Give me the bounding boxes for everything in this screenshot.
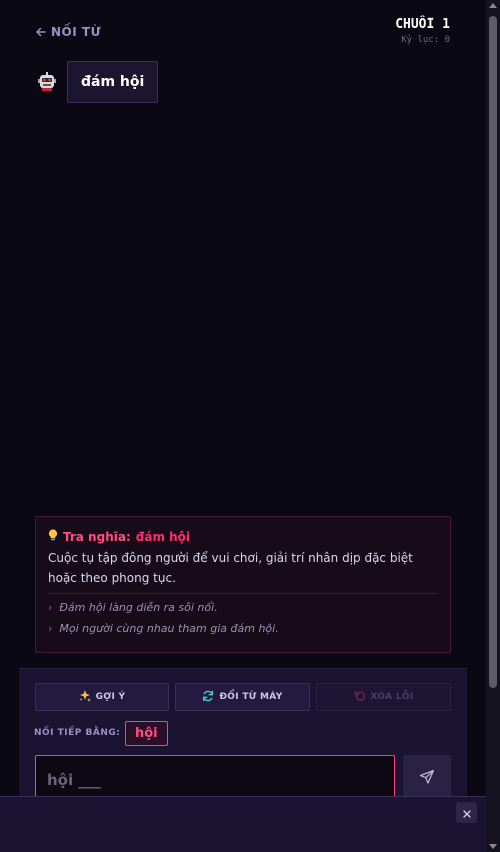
back-button[interactable]: NỐI TỪ	[36, 25, 101, 39]
definition-title: Tra nghĩa: đám hội	[48, 529, 438, 544]
scrollbar[interactable]	[486, 0, 500, 852]
bottom-sheet	[0, 796, 486, 852]
undo-icon	[354, 690, 366, 705]
next-word-label: NỐI TIẾP BẰNG:	[34, 728, 121, 738]
scroll-down-icon[interactable]	[489, 844, 497, 849]
scroll-up-icon[interactable]	[489, 3, 497, 8]
streak-count: CHUỖI 1	[395, 17, 450, 32]
record-label: Kỷ lục: 0	[401, 35, 450, 45]
definition-text: Cuộc tụ tập đông người để vui chơi, giải…	[48, 551, 413, 585]
definition-card: Tra nghĩa: đám hội Cuộc tụ tập đông ngườ…	[35, 516, 451, 653]
lightbulb-icon	[48, 529, 58, 544]
back-label: NỐI TỪ	[51, 25, 102, 39]
close-button[interactable]	[456, 802, 477, 823]
send-icon	[419, 769, 435, 789]
next-word-badge: hội	[125, 721, 168, 746]
game-screen: NỐI TỪ CHUỖI 1 Kỷ lục: 0 đám hội Tra ngh…	[0, 0, 486, 852]
example-text: Mọi người cùng nhau tham gia đám hội.	[59, 622, 279, 635]
example-text: Đám hội làng diễn ra sôi nổi.	[59, 601, 218, 614]
hint-label: GỢI Ý	[95, 692, 126, 702]
bot-word-bubble: đám hội	[67, 61, 159, 103]
swap-label: ĐỔI TỪ MÁY	[219, 692, 283, 702]
streak-display: CHUỖI 1 Kỷ lục: 0	[395, 17, 450, 45]
divider	[48, 593, 438, 594]
swap-word-button[interactable]: ĐỔI TỪ MÁY	[175, 683, 310, 711]
clear-error-button[interactable]: XÓA LỖI	[316, 683, 451, 711]
arrow-left-icon	[36, 27, 46, 37]
example-item: › Đám hội làng diễn ra sôi nổi.	[48, 597, 438, 618]
refresh-icon	[202, 690, 214, 705]
example-item: › Mọi người cùng nhau tham gia đám hội.	[48, 618, 438, 639]
clear-label: XÓA LỖI	[370, 692, 414, 702]
close-icon	[462, 803, 471, 822]
robot-avatar-icon	[37, 72, 57, 92]
hint-button[interactable]: GỢI Ý	[35, 683, 169, 711]
sparkle-icon	[79, 689, 91, 705]
scroll-thumb[interactable]	[489, 16, 497, 688]
definition-title-prefix: Tra nghĩa:	[63, 529, 131, 544]
chevron-right-icon: ›	[48, 622, 53, 635]
chevron-right-icon: ›	[48, 601, 53, 614]
definition-title-word: đám hội	[135, 529, 191, 544]
